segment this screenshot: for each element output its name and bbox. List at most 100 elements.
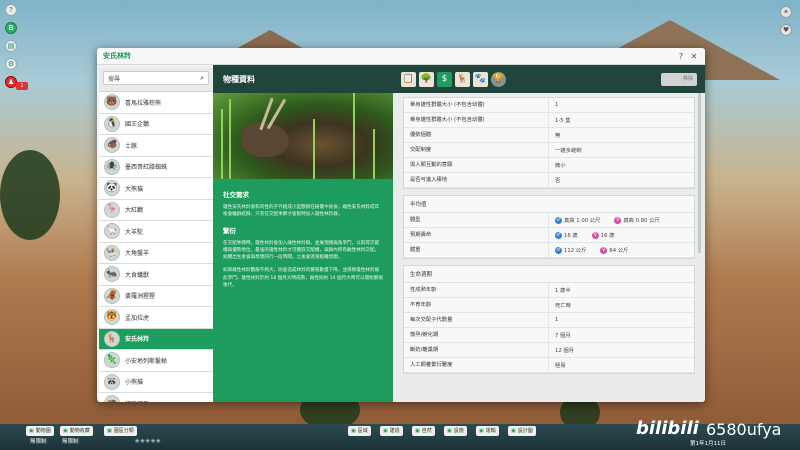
animal-list-item[interactable]: 🦛 印度河馬: [99, 393, 213, 402]
enrichment-tab[interactable]: 🐾: [473, 71, 488, 87]
facility-button[interactable]: ▣ 設施: [444, 426, 467, 436]
collection-button[interactable]: ▣ 動物收藏: [60, 426, 93, 436]
section-heading: 生命週期: [404, 266, 694, 283]
stat-label: 單身雄性群體大小 (不包含幼體): [404, 98, 549, 112]
animal-list-item[interactable]: 🐏 大角盤羊: [99, 242, 213, 264]
staff-count-badge: 1: [16, 82, 28, 90]
search-icon[interactable]: ⌕: [200, 74, 204, 83]
stat-label: 預期壽命: [404, 228, 549, 242]
heart-icon[interactable]: ♥: [780, 24, 792, 36]
tab-strip: 📋 🌳 $ 🦌 🐾 🏆: [401, 71, 506, 87]
animal-name: 國王企鵝: [125, 121, 150, 129]
animal-avatar-icon: 🐼: [104, 180, 120, 197]
stats-row: 人工飼養繁衍難度 極易: [404, 358, 694, 373]
sun-icon[interactable]: ☀: [780, 6, 792, 18]
male-value: 112 公斤: [564, 248, 587, 254]
header-bar: 物種資料 📋 🌳 $ 🦌 🐾 🏆 移除: [213, 65, 705, 93]
stat-value: 12 個月: [555, 348, 575, 354]
watermark-logo: bilibili: [636, 418, 699, 439]
animal-list-item[interactable]: 🐜 大食蟻獸: [99, 264, 213, 286]
watermark-text: 6580ufya: [706, 420, 782, 439]
remove-button[interactable]: 移除: [661, 72, 697, 86]
settings-icon[interactable]: ⚙: [5, 58, 17, 70]
female-icon: ♀: [614, 216, 622, 224]
stat-value: 1: [555, 317, 559, 323]
window-title: 安氏林羚: [103, 52, 131, 60]
animal-name: 大紅鸛: [125, 207, 144, 215]
zoo-button[interactable]: ▣ 動物園: [26, 426, 54, 436]
trophy-tab[interactable]: 🏆: [491, 71, 506, 87]
info-panel: 社交需求 雄性安氏林羚會和同性的子代組成小型獸群在樹叢中覓食，雌性安氏林羚成年後…: [213, 93, 393, 402]
stat-value: ♂ 真高 1.00 公尺 ♀ 真高 0.80 公尺: [549, 216, 694, 224]
nature-button[interactable]: ▣ 自然: [412, 426, 435, 436]
animal-name: 婆羅洲猩猩: [125, 293, 156, 301]
habitat-tab[interactable]: 🌳: [419, 71, 434, 87]
stats-section: 半均值 體型 ♂ 真高 1.00 公尺 ♀ 真高 0.80 公尺 預期壽命 ♂ 16 歲 ♀ 16 …: [403, 195, 695, 259]
stat-value: 1 歲半: [555, 288, 571, 294]
stat-label: 懷孕/孵化期: [404, 328, 549, 342]
stat-label: 與人類互動的意願: [404, 158, 549, 172]
animal-list-item[interactable]: 🦌 安氏林羚: [99, 328, 213, 350]
stat-label: 每次交配子代數量: [404, 313, 549, 327]
animal-list-item[interactable]: 🕷 墨西哥紅膝蜘蛛: [99, 156, 213, 178]
stat-value: 死亡時: [555, 303, 571, 309]
objective-icon[interactable]: ?: [5, 4, 17, 16]
animal-sidebar: 搜尋 ⌕ 🐻 喜馬拉雅棕熊 🐧 國王企鵝 🐗 土豚 🕷 墨西哥紅膝蜘蛛 🐼 大熊貓 🦩 大紅鸛 🦙 大羊駝…: [99, 68, 213, 402]
animal-list-item[interactable]: 🦙 大羊駝: [99, 221, 213, 243]
transport-button[interactable]: ▣ 運輸: [476, 426, 499, 436]
game-date: 第1年1月11日: [690, 441, 726, 447]
animal-avatar-icon: 🐻: [104, 94, 120, 111]
blueprint-button[interactable]: ▣ 設計圖: [508, 426, 536, 436]
budget-1: 無限制: [30, 439, 47, 445]
stats-row: 單身雄性群體大小 (不包含幼體) 1: [404, 98, 694, 113]
search-placeholder: 搜尋: [108, 75, 121, 83]
zoo-icon[interactable]: B: [5, 22, 17, 34]
calendar-icon[interactable]: ▤: [5, 40, 17, 52]
help-button[interactable]: ?: [676, 52, 686, 61]
animal-avatar-icon: 🐏: [104, 244, 120, 261]
animal-avatar-icon: 🦩: [104, 201, 120, 218]
category-button[interactable]: ▣ 園區分類: [104, 426, 137, 436]
animal-avatar-icon: 🐜: [104, 266, 120, 283]
build-button[interactable]: ▣ 建造: [380, 426, 403, 436]
animal-list-item[interactable]: 🐯 孟加拉虎: [99, 307, 213, 329]
search-input[interactable]: 搜尋 ⌕: [103, 71, 209, 85]
animal-avatar-icon: 🕷: [104, 158, 120, 175]
stats-scrollbar[interactable]: [698, 93, 701, 253]
animal-list-item[interactable]: 🦩 大紅鸛: [99, 199, 213, 221]
animal-list-item[interactable]: 🦧 婆羅洲猩猩: [99, 285, 213, 307]
animal-list-item[interactable]: 🦝 小熊貓: [99, 371, 213, 393]
stat-label: 斷奶/離巢期: [404, 343, 549, 357]
money-tab[interactable]: $: [437, 71, 452, 87]
close-button[interactable]: ✕: [689, 52, 699, 61]
stat-label: 體重: [404, 243, 549, 257]
animal-avatar-icon: 🐧: [104, 115, 120, 132]
animal-list-item[interactable]: 🦎 小安地列斯鬣蜥: [99, 350, 213, 372]
right-hud: ☀ ♥: [780, 6, 792, 36]
female-value: 真高 0.80 公尺: [623, 218, 660, 224]
stat-label: 性成熟年齡: [404, 283, 549, 297]
left-hud: ? B ▤ ⚙ ♟: [4, 4, 18, 88]
stat-label: 人工飼養繁衍難度: [404, 358, 549, 372]
area-button[interactable]: ▣ 區域: [348, 426, 371, 436]
section-heading: 半均值: [404, 196, 694, 213]
animal-name: 土豚: [125, 142, 138, 150]
stat-label: 單身雄性群體大小 (不包含幼體): [404, 113, 549, 127]
stats-row: 體型 ♂ 真高 1.00 公尺 ♀ 真高 0.80 公尺: [404, 213, 694, 228]
animal-list-item[interactable]: 🐗 土豚: [99, 135, 213, 157]
animal-list-item[interactable]: 🐻 喜馬拉雅棕熊: [99, 92, 213, 114]
animal-avatar-icon: 🦙: [104, 223, 120, 240]
animal-list-item[interactable]: 🐧 國王企鵝: [99, 113, 213, 135]
social-tab[interactable]: 🦌: [455, 71, 470, 87]
female-value: 64 公斤: [609, 248, 629, 254]
info-tab[interactable]: 📋: [401, 71, 416, 87]
animal-name: 大食蟻獸: [125, 271, 150, 279]
stat-value: 1-5 隻: [555, 118, 571, 124]
male-value: 16 歲: [564, 233, 578, 239]
palm-tree: [0, 150, 60, 240]
window-titlebar: 安氏林羚 ? ✕: [97, 48, 705, 65]
animal-list-item[interactable]: 🐼 大熊貓: [99, 178, 213, 200]
animal-avatar-icon: 🐯: [104, 309, 120, 326]
animal-avatar-icon: 🦝: [104, 373, 120, 390]
male-icon: ♂: [555, 216, 562, 224]
